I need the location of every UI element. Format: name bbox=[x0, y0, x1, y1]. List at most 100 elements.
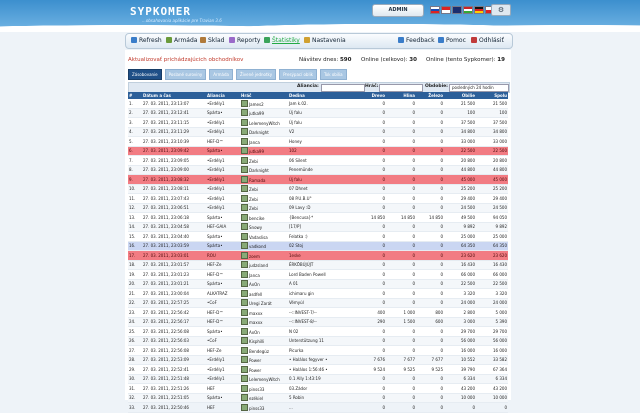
cell-pl[interactable]: LelemenyWitch bbox=[240, 117, 288, 128]
cell-pl[interactable]: Zebi bbox=[240, 203, 288, 213]
gear-icon[interactable]: ⚙ bbox=[491, 4, 511, 16]
table-row[interactable]: 16. 27. 03. 2011, 23:03:59 Spárta• vadkond 0… bbox=[128, 241, 508, 251]
table-row[interactable]: 12. 27. 03. 2011, 23:06:51 •Erdély1 Zebi 09 … bbox=[128, 203, 508, 213]
col-clay[interactable]: Hlina bbox=[386, 92, 416, 99]
cell-vi[interactable]: 102 bbox=[288, 146, 356, 156]
table-row[interactable]: 1. 27. 03. 2011, 23:13:07 •Erdély1 James2 Ja… bbox=[128, 99, 508, 109]
page-subtitle[interactable]: Aktualizovať prichádzajúcich obchodníkov bbox=[128, 57, 243, 63]
table-row[interactable]: 32. 27. 03. 2011, 22:51:05 Spárta• ezékiel 5… bbox=[128, 393, 508, 403]
cell-pl[interactable]: ezékiel bbox=[240, 393, 288, 403]
cell-pl[interactable]: bencike bbox=[240, 212, 288, 223]
cell-pl[interactable]: Zebi bbox=[240, 193, 288, 204]
cell-pl[interactable]: AxOn bbox=[240, 326, 288, 337]
table-row[interactable]: 9. 27. 03. 2011, 23:08:32 •Erdély1 Ramada Új… bbox=[128, 174, 508, 185]
flag-de-icon[interactable] bbox=[474, 6, 484, 14]
cell-vi[interactable]: 09 Lavy :D bbox=[288, 203, 356, 213]
table-row[interactable]: 26. 27. 03. 2011, 22:56:03 •CoF Kisphilli Un… bbox=[128, 336, 508, 346]
cell-vi[interactable]: 0.1 Ally 1:43:19 bbox=[288, 374, 356, 384]
table-row[interactable]: 10. 27. 03. 2011, 23:08:11 •Erdély1 Zebi 07 … bbox=[128, 184, 508, 194]
cell-vi[interactable]: Unterstützung 11 bbox=[288, 336, 356, 346]
flag-en-icon[interactable] bbox=[452, 6, 462, 14]
table-row[interactable]: 25. 27. 03. 2011, 22:56:08 Spárta• AxOn N 02… bbox=[128, 326, 508, 337]
table-row[interactable]: 20. 27. 03. 2011, 23:01:21 Spárta• AxOn A 01… bbox=[128, 279, 508, 289]
table-row[interactable]: 27. 27. 03. 2011, 22:56:08 HEF-Ze Bendegúz P… bbox=[128, 345, 508, 356]
cell-vi[interactable]: {Bencusa}* bbox=[288, 212, 356, 223]
cell-pl[interactable]: AxOn bbox=[240, 279, 288, 289]
cell-vi[interactable]: V2 bbox=[288, 127, 356, 137]
table-row[interactable]: 11. 27. 03. 2011, 23:07:43 •Erdély1 Zebi 08 … bbox=[128, 193, 508, 204]
cell-pl[interactable]: Zebi bbox=[240, 155, 288, 166]
table-row[interactable]: 24. 27. 03. 2011, 22:56:17 HEF-D™ maxxx --::… bbox=[128, 317, 508, 327]
flag-cz-icon[interactable] bbox=[441, 6, 451, 14]
cell-vi[interactable]: 1eske bbox=[288, 250, 356, 261]
cell-pl[interactable]: Ramada bbox=[240, 174, 288, 185]
cell-vi[interactable]: ichimaru gin bbox=[288, 288, 356, 299]
tab-armada[interactable]: Armáda bbox=[209, 69, 233, 80]
cell-pl[interactable]: Snowy bbox=[240, 222, 288, 232]
table-row[interactable]: 5. 27. 03. 2011, 23:10:39 HEF-D™ Janca Honey… bbox=[128, 136, 508, 147]
table-row[interactable]: 30. 27. 03. 2011, 22:51:48 •Erdély1 Lelemen… bbox=[128, 374, 508, 384]
cell-pl[interactable]: Janca bbox=[240, 136, 288, 147]
table-row[interactable]: 13. 27. 03. 2011, 23:06:18 Spárta• bencike{… bbox=[128, 212, 508, 223]
table-row[interactable]: 17. 27. 03. 2011, 23:03:01 ROU zoem 1eske 0 0 0… bbox=[128, 250, 508, 261]
cell-vi[interactable]: ... bbox=[288, 402, 356, 413]
cell-vi[interactable]: 03.Zádor bbox=[288, 383, 356, 394]
cell-vi[interactable]: • Halálos 1:56:46 • bbox=[288, 364, 356, 375]
cell-pl[interactable]: vadkond bbox=[240, 241, 288, 251]
tab-poslane-suroviny[interactable]: Poslané suroviny bbox=[164, 69, 207, 80]
cell-pl[interactable]: Bendegúz bbox=[240, 345, 288, 356]
table-row[interactable]: 33. 27. 03. 2011, 22:50:46 HEF pinss33... 0 0… bbox=[128, 402, 508, 413]
cell-vi[interactable]: 08 P.U.B.U° bbox=[288, 193, 356, 204]
cell-pl[interactable]: judzsland bbox=[240, 260, 288, 270]
tab-zasobovanie[interactable]: Zásobovanie bbox=[128, 69, 162, 80]
nav-nastavenia[interactable]: Nastavenia bbox=[304, 34, 346, 48]
table-row[interactable]: 22. 27. 03. 2011, 22:57:25 •CoF Uregi Zarát… bbox=[128, 298, 508, 308]
cell-pl[interactable]: Power bbox=[240, 355, 288, 365]
cell-vi[interactable]: Honey bbox=[288, 136, 356, 147]
cell-pl[interactable]: Darknight bbox=[240, 127, 288, 137]
cell-vi[interactable]: A 01 bbox=[288, 279, 356, 289]
cell-vi[interactable]: Felatka :) bbox=[288, 231, 356, 242]
cell-pl[interactable]: maxxx bbox=[240, 317, 288, 327]
cell-vi[interactable]: Picurka bbox=[288, 345, 356, 356]
table-row[interactable]: 14. 27. 03. 2011, 23:04:58 HEF-GAIA Snowy [1… bbox=[128, 222, 508, 232]
cell-pl[interactable]: maxxx bbox=[240, 307, 288, 318]
cell-pl[interactable]: Vadaslisa bbox=[240, 231, 288, 242]
nav-reporty[interactable]: Reporty bbox=[229, 34, 260, 48]
table-row[interactable]: 3. 27. 03. 2011, 23:11:15 •Erdély1 Lelemeny… bbox=[128, 117, 508, 128]
nav-pomoc[interactable]: Pomoc bbox=[438, 34, 466, 48]
table-row[interactable]: 4. 27. 03. 2011, 23:11:29 •Erdély1 Darknigh… bbox=[128, 127, 508, 137]
table-row[interactable]: 23. 27. 03. 2011, 22:56:42 HEF-D™ maxxx --::… bbox=[128, 307, 508, 318]
nav-sklad[interactable]: Sklad bbox=[200, 34, 224, 48]
table-row[interactable]: 29. 27. 03. 2011, 22:52:41 •Erdély1 Power • … bbox=[128, 364, 508, 375]
col-total[interactable]: Spolu bbox=[476, 92, 508, 99]
table-row[interactable]: 8. 27. 03. 2011, 23:09:00 •Erdély1 Darknigh… bbox=[128, 165, 508, 175]
col-iron[interactable]: Železo bbox=[416, 92, 444, 99]
table-row[interactable]: 2. 27. 03. 2011, 23:12:41 Spárta• jutka99 Új… bbox=[128, 108, 508, 118]
period-select[interactable]: posledných 24 hodín bbox=[449, 84, 509, 92]
table-row[interactable]: 21. 27. 03. 2011, 23:00:04 ALKATRAZ asdfell… bbox=[128, 288, 508, 299]
cell-vi[interactable]: Új falu bbox=[288, 117, 356, 128]
user-menu-button[interactable]: ADMIN bbox=[372, 4, 424, 17]
cell-pl[interactable]: Darknight bbox=[240, 165, 288, 175]
col-alliance[interactable]: Aliancia bbox=[206, 92, 240, 99]
table-row[interactable]: 28. 27. 03. 2011, 22:53:09 •Erdély1 Power • … bbox=[128, 355, 508, 365]
col-village[interactable]: Dedina bbox=[288, 92, 356, 99]
cell-vi[interactable]: Penemünde bbox=[288, 165, 356, 175]
col-player[interactable]: Hráč bbox=[240, 92, 288, 99]
cell-vi[interactable]: --::INVEST-8/-- bbox=[288, 317, 356, 327]
cell-vi[interactable]: 06 Silent bbox=[288, 155, 356, 166]
cell-vi[interactable]: Vémyúl bbox=[288, 298, 356, 308]
tab-tok-obilia[interactable]: Tok obilia bbox=[320, 69, 347, 80]
table-row[interactable]: 15. 27. 03. 2011, 23:04:40 Spárta• Vadaslis… bbox=[128, 231, 508, 242]
cell-vi[interactable]: ÉRKÖBÚJÚJT bbox=[288, 260, 356, 270]
tab-zivene-jednotky[interactable]: Živené jednotky bbox=[235, 69, 277, 80]
cell-pl[interactable]: Uregi Zarát bbox=[240, 298, 288, 308]
cell-pl[interactable]: Power bbox=[240, 364, 288, 375]
cell-vi[interactable]: Jam k.02. bbox=[288, 99, 356, 109]
cell-pl[interactable]: James2 bbox=[240, 99, 288, 109]
cell-pl[interactable]: jutka99 bbox=[240, 108, 288, 118]
tab-presypaci-oblik[interactable]: Presýpací oblik bbox=[279, 69, 318, 80]
nav-statistiky[interactable]: Štatistiky bbox=[264, 34, 300, 48]
table-row[interactable]: 31. 27. 03. 2011, 22:51:26 HEF pinss33 03.Zá… bbox=[128, 383, 508, 394]
